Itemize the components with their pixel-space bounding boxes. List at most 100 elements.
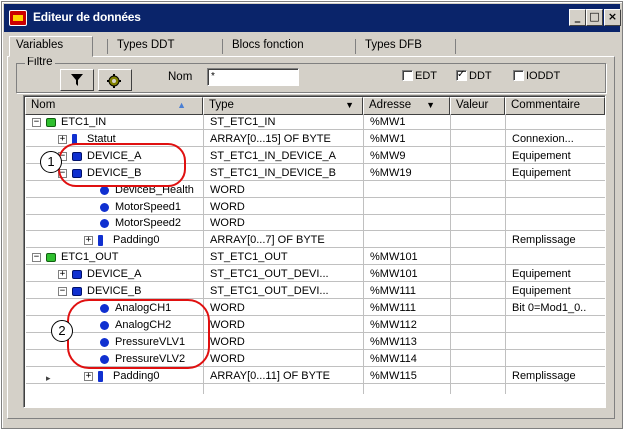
cell-address[interactable]: %MW19	[370, 167, 452, 181]
collapse-icon[interactable]: −	[32, 253, 41, 263]
cell-value[interactable]	[457, 217, 507, 231]
filter-button[interactable]	[60, 69, 94, 91]
cell-value[interactable]	[457, 251, 507, 265]
cell-address[interactable]	[370, 234, 452, 248]
filter-settings-button[interactable]	[98, 69, 132, 91]
column-header-type[interactable]: Type ▼	[203, 97, 363, 115]
table-row[interactable]: MotorSpeed2 WORD	[26, 217, 605, 232]
cell-comment[interactable]: Equipement	[512, 268, 605, 282]
tab-variables[interactable]: Variables	[9, 36, 93, 57]
cell-value[interactable]	[457, 150, 507, 164]
expand-icon[interactable]: +	[58, 134, 67, 144]
cell-comment[interactable]	[512, 353, 605, 367]
cell-address[interactable]: %MW113	[370, 336, 452, 350]
tab-ddt-types[interactable]: Types DDT	[111, 37, 205, 55]
expand-icon[interactable]: +	[84, 236, 93, 246]
collapse-icon[interactable]: −	[58, 287, 67, 296]
cell-address[interactable]: %MW101	[370, 251, 452, 265]
cell-value[interactable]	[457, 116, 507, 130]
column-header-name[interactable]: Nom ▲	[25, 97, 203, 115]
cell-comment[interactable]: Bit 0=Mod1_0..	[512, 302, 605, 316]
cell-type[interactable]: ST_ETC1_IN_DEVICE_B	[210, 167, 365, 181]
cell-type[interactable]: ARRAY[0...7] OF BYTE	[210, 234, 365, 248]
cell-value[interactable]	[457, 234, 507, 248]
column-header-comment[interactable]: Commentaire	[505, 97, 605, 115]
table-row[interactable]: + Padding0 ARRAY[0...7] OF BYTE Remplissage	[26, 234, 605, 249]
cell-comment[interactable]: Connexion...	[512, 133, 605, 147]
cell-name[interactable]: DEVICE_B	[87, 285, 204, 299]
cell-comment[interactable]: Remplissage	[512, 234, 605, 248]
edt-checkbox-box[interactable]	[402, 70, 413, 81]
cell-address[interactable]: %MW111	[370, 302, 452, 316]
cell-comment[interactable]: Equipement	[512, 285, 605, 299]
cell-address[interactable]	[370, 184, 452, 198]
cell-type[interactable]: WORD	[210, 336, 365, 350]
cell-type[interactable]: ST_ETC1_IN	[210, 116, 365, 130]
cell-name[interactable]: Padding0	[113, 234, 204, 248]
cell-value[interactable]	[457, 201, 507, 215]
cell-address[interactable]: %MW111	[370, 285, 452, 299]
ioddt-checkbox[interactable]: IODDT	[513, 70, 560, 82]
cell-address[interactable]	[370, 201, 452, 215]
edt-checkbox[interactable]: EDT	[402, 70, 437, 82]
cell-address[interactable]: %MW112	[370, 319, 452, 333]
table-row[interactable]: − DEVICE_B ST_ETC1_OUT_DEVI... %MW111 Equipe…	[26, 285, 605, 299]
cell-value[interactable]	[457, 319, 507, 333]
cell-comment[interactable]	[512, 116, 605, 130]
cell-name[interactable]: ETC1_OUT	[61, 251, 204, 265]
cell-type[interactable]: ST_ETC1_OUT_DEVI...	[210, 285, 365, 299]
table-row[interactable]: − ETC1_OUT ST_ETC1_OUT %MW101	[26, 251, 605, 266]
cell-comment[interactable]	[512, 201, 605, 215]
cell-address[interactable]: %MW114	[370, 353, 452, 367]
cell-comment[interactable]	[512, 251, 605, 265]
table-row[interactable]: MotorSpeed1 WORD	[26, 201, 605, 215]
cell-address[interactable]: %MW101	[370, 268, 452, 282]
tab-dfb-types[interactable]: Types DFB	[359, 37, 449, 55]
ddt-checkbox[interactable]: DDT	[456, 69, 492, 82]
cell-type[interactable]: WORD	[210, 184, 365, 198]
cell-type[interactable]: WORD	[210, 353, 365, 367]
cell-type[interactable]: ST_ETC1_OUT	[210, 251, 365, 265]
cell-type[interactable]: WORD	[210, 201, 365, 215]
cell-value[interactable]	[457, 285, 507, 299]
name-filter-input[interactable]: *	[207, 68, 299, 86]
cell-type[interactable]: ST_ETC1_IN_DEVICE_A	[210, 150, 365, 164]
cell-value[interactable]	[457, 353, 507, 367]
expand-icon[interactable]: +	[58, 270, 67, 280]
table-row[interactable]: + DEVICE_A ST_ETC1_OUT_DEVI... %MW101 Equipe…	[26, 268, 605, 283]
tab-function-blocks[interactable]: Blocs fonction	[226, 37, 342, 55]
cell-comment[interactable]	[512, 319, 605, 333]
cell-comment[interactable]	[512, 217, 605, 231]
cell-value[interactable]	[457, 268, 507, 282]
ioddt-checkbox-box[interactable]	[513, 70, 524, 81]
cell-address[interactable]: %MW9	[370, 150, 452, 164]
title-bar[interactable]: Editeur de données _ □ ×	[4, 4, 621, 32]
new-row[interactable]: ▸	[26, 373, 605, 387]
cell-type[interactable]: WORD	[210, 217, 365, 231]
table-row[interactable]: − ETC1_IN ST_ETC1_IN %MW1	[26, 116, 605, 130]
column-header-address[interactable]: Adresse ▼	[363, 97, 450, 115]
cell-name[interactable]: MotorSpeed2	[115, 217, 204, 231]
close-button[interactable]: ×	[604, 9, 621, 26]
cell-comment[interactable]: Equipement	[512, 150, 605, 164]
maximize-button[interactable]: □	[586, 9, 603, 26]
cell-type[interactable]: ARRAY[0...15] OF BYTE	[210, 133, 365, 147]
collapse-icon[interactable]: −	[32, 118, 41, 127]
cell-value[interactable]	[457, 184, 507, 198]
cell-type[interactable]: WORD	[210, 319, 365, 333]
cell-name[interactable]: DEVICE_A	[87, 268, 204, 282]
cell-comment[interactable]	[512, 336, 605, 350]
ddt-checkbox-box[interactable]	[456, 69, 467, 81]
cell-address[interactable]: %MW1	[370, 133, 452, 147]
cell-comment[interactable]: Equipement	[512, 167, 605, 181]
cell-value[interactable]	[457, 167, 507, 181]
cell-value[interactable]	[457, 336, 507, 350]
column-header-value[interactable]: Valeur	[450, 97, 505, 115]
minimize-button[interactable]: _	[569, 9, 586, 26]
cell-address[interactable]: %MW1	[370, 116, 452, 130]
cell-name[interactable]: MotorSpeed1	[115, 201, 204, 215]
cell-type[interactable]: WORD	[210, 302, 365, 316]
cell-value[interactable]	[457, 133, 507, 147]
cell-name[interactable]: ETC1_IN	[61, 116, 204, 130]
cell-comment[interactable]	[512, 184, 605, 198]
